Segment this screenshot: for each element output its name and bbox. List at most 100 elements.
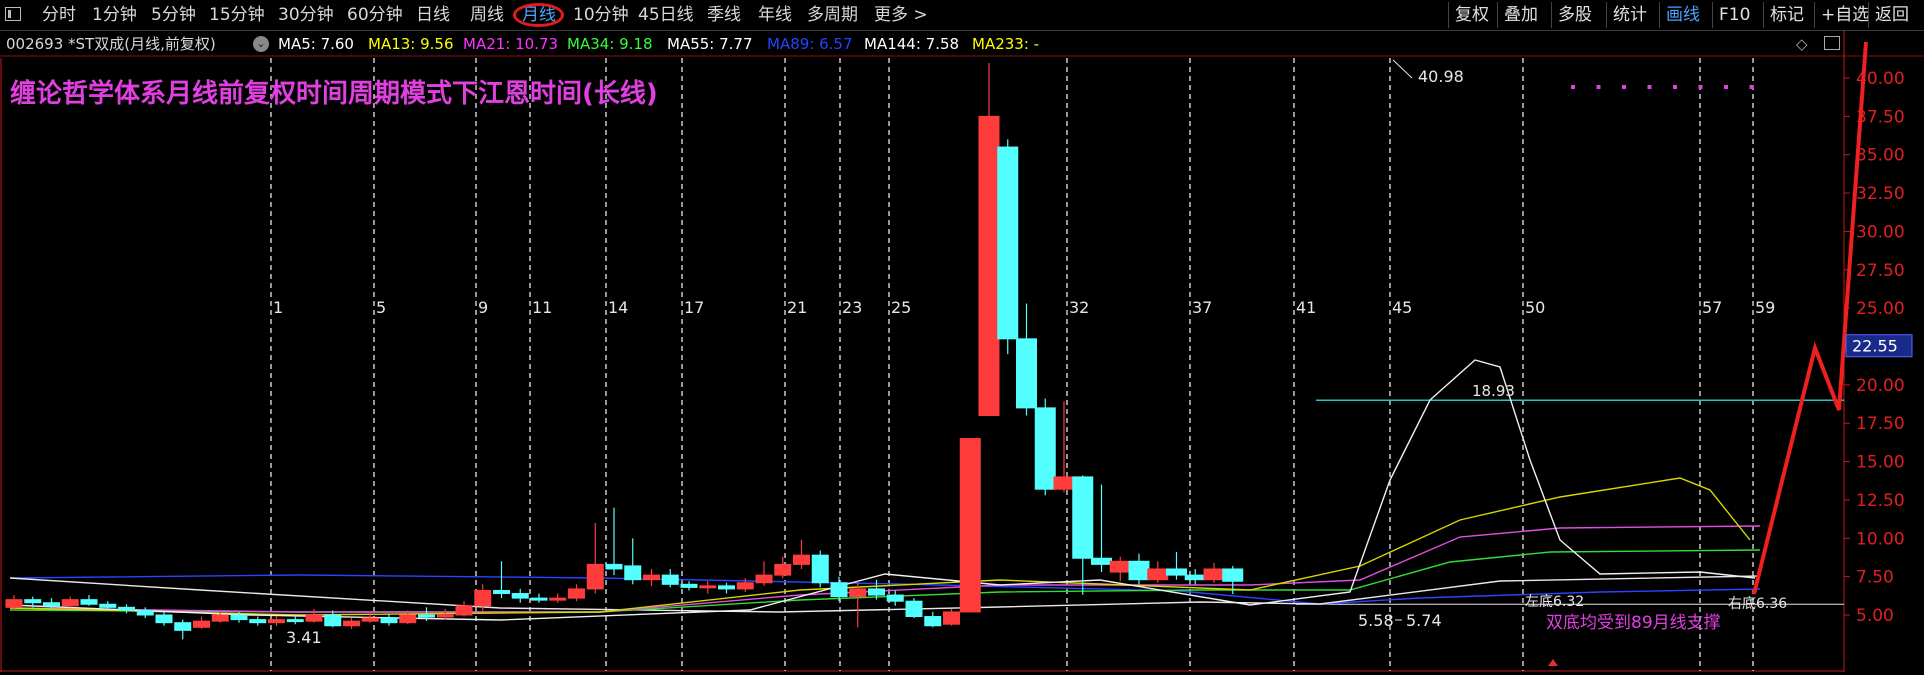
candle xyxy=(211,610,229,623)
candle xyxy=(624,538,642,585)
period-tab-14[interactable]: 更多 > xyxy=(874,5,928,25)
period-tab-3[interactable]: 15分钟 xyxy=(209,5,265,25)
price-tick-label: 37.50 xyxy=(1856,107,1905,127)
period-tab-7[interactable]: 周线 xyxy=(470,5,504,25)
left-bottom-label: 左底6.32 xyxy=(1525,594,1584,610)
toolbar-button-3[interactable]: 统计 xyxy=(1606,2,1659,28)
panel-toggle-icon[interactable] xyxy=(5,7,21,21)
low2-price-label: 5.58 xyxy=(1358,611,1394,630)
period-tab-5[interactable]: 60分钟 xyxy=(347,5,403,25)
period-tab-12[interactable]: 年线 xyxy=(758,5,792,25)
period-tab-8[interactable]: 月线 xyxy=(522,5,556,25)
candle xyxy=(680,581,698,591)
candle xyxy=(136,607,154,619)
low-price-label: 3.41 xyxy=(286,628,322,647)
time-mark-label: 14 xyxy=(608,298,628,317)
time-mark-label: 45 xyxy=(1392,298,1412,317)
candle xyxy=(978,62,1000,417)
time-mark-label: 32 xyxy=(1069,298,1089,317)
time-mark-label: 37 xyxy=(1192,298,1212,317)
period-tab-9[interactable]: 10分钟 xyxy=(573,5,629,25)
period-tab-1[interactable]: 1分钟 xyxy=(92,5,137,25)
price-tick-label: 17.50 xyxy=(1856,414,1905,434)
time-mark-label: 1 xyxy=(273,298,283,317)
candle xyxy=(1147,561,1169,583)
candle xyxy=(699,581,717,594)
toolbar-button-1[interactable]: 叠加 xyxy=(1497,2,1551,28)
toolbar-button-8[interactable]: 返回 xyxy=(1868,2,1922,28)
magenta-dot xyxy=(1596,85,1601,89)
price-tick-label: 25.00 xyxy=(1856,299,1905,319)
period-tab-2[interactable]: 5分钟 xyxy=(151,5,196,25)
candle xyxy=(1203,562,1225,583)
period-tab-4[interactable]: 30分钟 xyxy=(278,5,334,25)
candle xyxy=(80,595,98,606)
high-price-label: 40.98 xyxy=(1418,67,1464,86)
price-tick-label: 32.50 xyxy=(1856,184,1905,204)
annotation-note: 双底均受到89月线支撑 xyxy=(1546,613,1721,633)
candle xyxy=(455,601,473,617)
time-mark-label: 23 xyxy=(842,298,862,317)
toolbar-button-5[interactable]: F10 xyxy=(1712,2,1763,28)
trend-zigzag xyxy=(1752,41,1868,595)
candle xyxy=(118,604,135,614)
ma21-line xyxy=(9,525,1761,613)
magenta-dot xyxy=(1724,85,1728,89)
time-mark-label: 17 xyxy=(684,298,704,317)
candle xyxy=(493,561,510,599)
candle xyxy=(155,611,173,626)
price-tick-label: 10.00 xyxy=(1856,529,1905,549)
period-tab-11[interactable]: 季线 xyxy=(707,5,741,25)
toolbar-button-4[interactable]: 画线 xyxy=(1659,2,1712,28)
candle xyxy=(643,568,660,586)
candle xyxy=(1053,401,1075,493)
candle xyxy=(1166,552,1187,580)
toolbar-button-0[interactable]: 复权 xyxy=(1448,2,1497,28)
candle xyxy=(549,593,567,603)
period-tab-13[interactable]: 多周期 xyxy=(807,5,858,25)
time-mark-label: 21 xyxy=(787,298,807,317)
price-tick-label: 30.00 xyxy=(1856,222,1905,242)
candle xyxy=(61,596,79,608)
time-mark-label: 41 xyxy=(1296,298,1316,317)
magenta-dot xyxy=(1749,85,1754,89)
candle xyxy=(568,584,585,602)
price-tick-label: 12.50 xyxy=(1856,491,1905,511)
candle xyxy=(380,613,398,626)
time-mark-label: 57 xyxy=(1702,298,1722,317)
bottom-arrow-icon xyxy=(1548,659,1558,666)
current-price-tag: 22.55 xyxy=(1852,337,1898,356)
candle xyxy=(661,568,679,588)
magenta-dot xyxy=(1698,85,1703,89)
kline-chart[interactable]: 5.007.5010.0012.5015.0017.5020.0022.5025… xyxy=(0,30,1924,675)
time-mark-label: 11 xyxy=(532,298,552,317)
candle xyxy=(511,588,529,603)
toolbar-button-2[interactable]: 多股 xyxy=(1551,2,1606,28)
toolbar-button-7[interactable]: +自选 xyxy=(1814,2,1869,28)
period-tab-6[interactable]: 日线 xyxy=(416,5,450,25)
period-tab-10[interactable]: 45日线 xyxy=(638,5,694,25)
candle xyxy=(1034,398,1056,496)
toolbar-button-6[interactable]: 标记 xyxy=(1763,2,1814,28)
candle xyxy=(924,611,942,628)
candle xyxy=(774,556,792,579)
right-bottom-label: 右底6.36 xyxy=(1728,596,1787,612)
candle xyxy=(849,581,867,628)
magenta-dot xyxy=(1647,85,1652,89)
price-tick-label: 27.50 xyxy=(1856,261,1905,281)
candle xyxy=(905,598,923,619)
candle xyxy=(1128,553,1150,585)
price-tick-label: 35.00 xyxy=(1856,146,1905,166)
candle xyxy=(943,608,960,626)
candle xyxy=(793,539,810,569)
candle xyxy=(586,522,604,594)
candle xyxy=(605,507,623,576)
period-tab-0[interactable]: 分时 xyxy=(42,5,76,25)
annotation-title: 缠论哲学体系月线前复权时间周期模式下江恩时间(长线) xyxy=(10,78,658,109)
candle xyxy=(343,618,360,629)
magenta-dot xyxy=(1571,85,1575,89)
candle xyxy=(174,619,192,640)
time-mark-label: 5 xyxy=(376,298,386,317)
time-mark-label: 50 xyxy=(1525,298,1545,317)
price-tick-label: 15.00 xyxy=(1856,453,1905,473)
